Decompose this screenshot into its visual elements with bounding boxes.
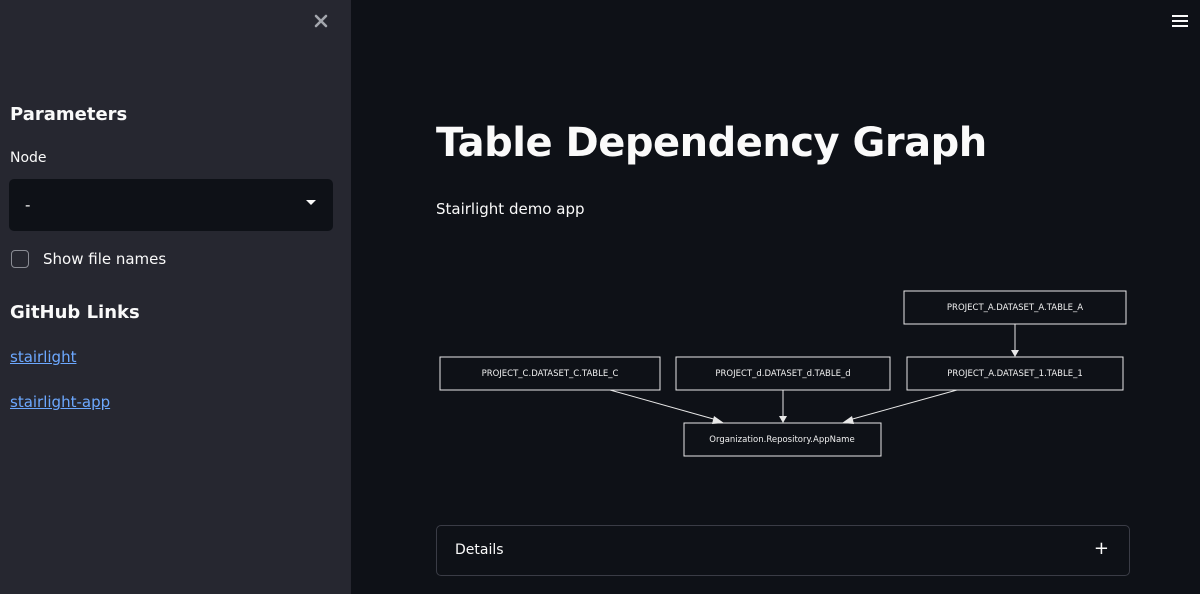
graph-node-project-d-table-d[interactable]: PROJECT_d.DATASET_d.TABLE_d	[675, 356, 891, 391]
hamburger-icon	[1172, 15, 1192, 27]
graph-node-label: PROJECT_A.DATASET_A.TABLE_A	[947, 303, 1083, 313]
graph-node-project-a-table-a[interactable]: PROJECT_A.DATASET_A.TABLE_A	[903, 290, 1127, 325]
graph-node-label: PROJECT_A.DATASET_1.TABLE_1	[947, 369, 1083, 379]
graph-edge-1-to-app	[848, 389, 958, 421]
sidebar: Parameters Node - Show file names GitHub…	[0, 0, 351, 594]
node-select[interactable]: -	[9, 179, 333, 231]
graph-edge-c-to-app	[609, 389, 718, 421]
graph-node-label: PROJECT_d.DATASET_d.TABLE_d	[715, 369, 850, 379]
parameters-heading: Parameters	[10, 104, 128, 125]
show-file-names-checkbox[interactable]: Show file names	[11, 250, 166, 268]
main-menu-button[interactable]	[1172, 12, 1192, 32]
node-select-label: Node	[10, 150, 47, 166]
page-title: Table Dependency Graph	[436, 120, 987, 166]
link-stairlight[interactable]: stairlight	[10, 348, 76, 366]
github-links-heading: GitHub Links	[10, 302, 140, 323]
page-subtitle: Stairlight demo app	[436, 200, 585, 218]
details-label: Details	[455, 542, 504, 558]
close-icon	[314, 14, 328, 28]
graph-node-label: Organization.Repository.AppName	[709, 435, 854, 445]
link-stairlight-app[interactable]: stairlight-app	[10, 393, 110, 411]
graph-node-project-a-table-1[interactable]: PROJECT_A.DATASET_1.TABLE_1	[906, 356, 1124, 391]
sidebar-close-button[interactable]	[309, 9, 333, 33]
graph-node-app-name[interactable]: Organization.Repository.AppName	[683, 422, 882, 457]
graph-arrow-d-to-app	[779, 416, 787, 423]
app-root: Parameters Node - Show file names GitHub…	[0, 0, 1200, 594]
graph-arrow-a-to-1	[1011, 350, 1019, 357]
node-select-value: -	[25, 196, 31, 214]
graph-node-label: PROJECT_C.DATASET_C.TABLE_C	[482, 369, 619, 379]
checkbox-box[interactable]	[11, 250, 29, 268]
chevron-down-icon	[306, 200, 316, 205]
show-file-names-label: Show file names	[43, 250, 167, 268]
plus-icon: +	[1093, 538, 1109, 559]
details-expander[interactable]: Details +	[436, 525, 1130, 576]
graph-node-project-c-table-c[interactable]: PROJECT_C.DATASET_C.TABLE_C	[439, 356, 661, 391]
